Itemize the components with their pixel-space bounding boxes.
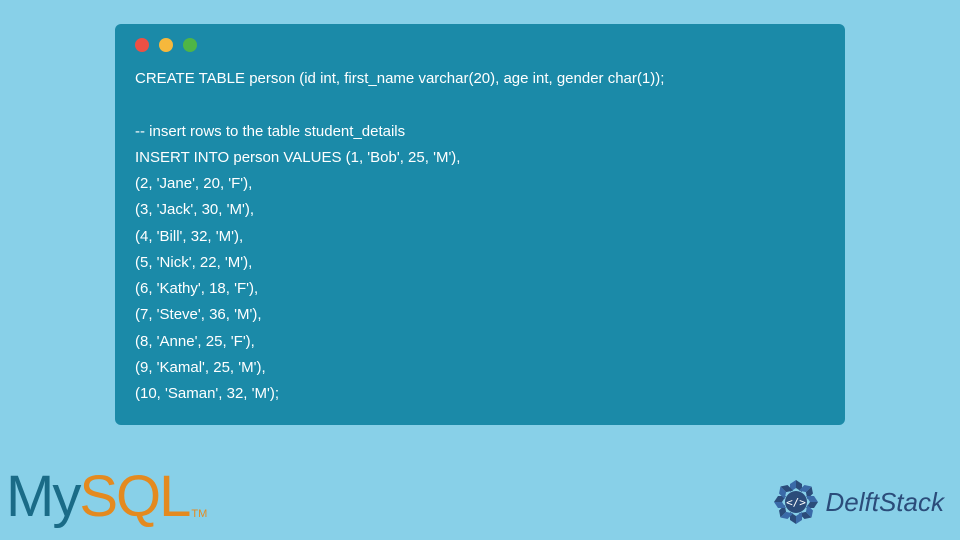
close-icon [135,38,149,52]
mysql-sql-text: SQL [79,463,189,530]
mysql-tm-text: TM [191,508,207,520]
maximize-icon [183,38,197,52]
delftstack-logo: </> DelftStack [772,478,945,526]
code-content: CREATE TABLE person (id int, first_name … [135,66,825,407]
mysql-logo: MySQL TM [6,463,207,530]
mysql-my-text: My [6,463,79,530]
delftstack-text: DelftStack [826,487,945,518]
code-bracket-icon: </> [786,496,806,509]
minimize-icon [159,38,173,52]
delftstack-icon: </> [772,478,820,526]
window-controls [135,38,825,52]
code-window: CREATE TABLE person (id int, first_name … [115,24,845,425]
